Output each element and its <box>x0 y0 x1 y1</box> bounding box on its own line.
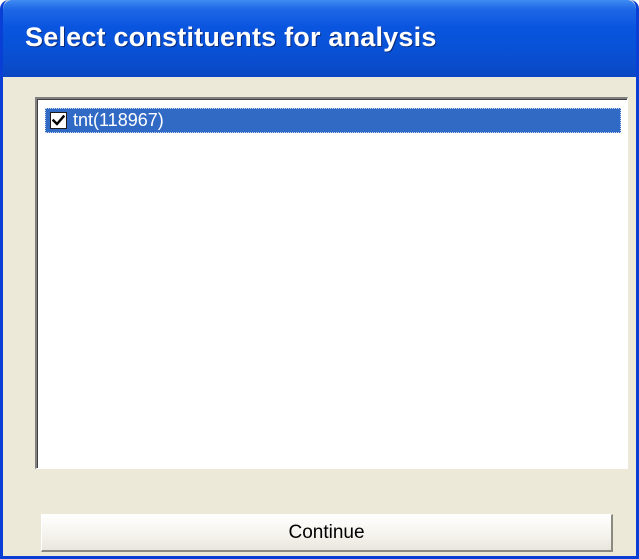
button-area: Continue <box>35 469 628 556</box>
list-item-label: tnt(118967) <box>73 110 164 130</box>
continue-button[interactable]: Continue <box>41 514 613 552</box>
window-title: Select constituents for analysis <box>25 22 437 52</box>
check-icon <box>52 114 65 126</box>
constituents-listbox[interactable]: tnt(118967) <box>35 97 628 469</box>
dialog-window: Select constituents for analysis tnt(118… <box>0 0 639 559</box>
list-item-tnt[interactable]: tnt(118967) <box>45 108 621 133</box>
title-bar[interactable]: Select constituents for analysis <box>3 0 636 77</box>
dialog-body: tnt(118967) Continue <box>3 77 636 556</box>
item-checkbox[interactable] <box>50 112 67 129</box>
